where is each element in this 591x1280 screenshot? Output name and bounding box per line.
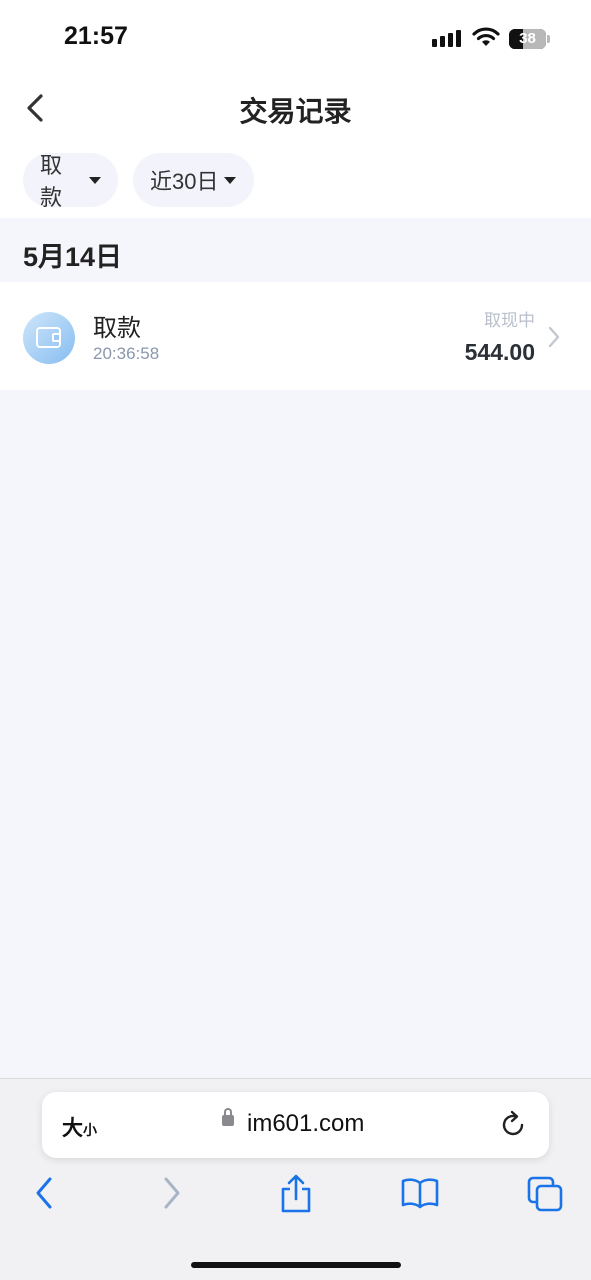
wallet-icon	[23, 312, 75, 364]
empty-content-area	[0, 390, 591, 1080]
transaction-name: 取款	[93, 315, 141, 342]
clock: 21:57	[64, 22, 128, 50]
caret-down-icon	[224, 176, 237, 184]
filter-type-label: 取款	[40, 153, 63, 210]
nav-bar: 交易记录	[0, 78, 591, 140]
text-size-button[interactable]: 大小	[62, 1112, 97, 1142]
text-size-large-label: 大	[62, 1117, 83, 1140]
date-label: 5月14日	[23, 242, 123, 272]
status-bar: 21:57 38	[0, 0, 591, 78]
bookmarks-icon[interactable]	[400, 1173, 440, 1213]
lock-icon	[222, 1108, 234, 1126]
filter-period-dropdown[interactable]: 近30日	[133, 153, 254, 207]
browser-toolbar: 大小 im601.com	[0, 1078, 591, 1280]
battery-tip	[547, 35, 550, 43]
text-size-small-label: 小	[83, 1122, 97, 1138]
url-text[interactable]: im601.com	[247, 1110, 364, 1138]
address-bar[interactable]: 大小 im601.com	[42, 1092, 549, 1158]
date-group-header: 5月14日	[0, 218, 591, 282]
filter-bar: 取款 近30日	[0, 140, 591, 218]
battery-level: 38	[519, 30, 536, 47]
home-indicator	[191, 1262, 401, 1268]
browser-forward-icon[interactable]	[160, 1173, 184, 1213]
tabs-icon[interactable]	[526, 1173, 566, 1213]
reload-icon[interactable]	[500, 1110, 528, 1140]
transaction-time: 20:36:58	[93, 344, 160, 363]
share-icon[interactable]	[278, 1173, 314, 1215]
wifi-icon	[472, 27, 500, 46]
transaction-row[interactable]: 取款 20:36:58 取现中 544.00	[0, 282, 591, 390]
filter-type-dropdown[interactable]: 取款	[23, 153, 118, 210]
transaction-amount: 544.00	[464, 339, 535, 365]
cellular-signal-icon	[432, 30, 461, 47]
chevron-right-icon	[548, 326, 560, 348]
browser-back-icon[interactable]	[32, 1173, 56, 1213]
battery-icon: 38	[509, 29, 546, 49]
page-title: 交易记录	[239, 96, 352, 127]
caret-down-icon	[89, 176, 101, 184]
transaction-status: 取现中	[484, 311, 535, 330]
filter-period-label: 近30日	[150, 169, 219, 194]
